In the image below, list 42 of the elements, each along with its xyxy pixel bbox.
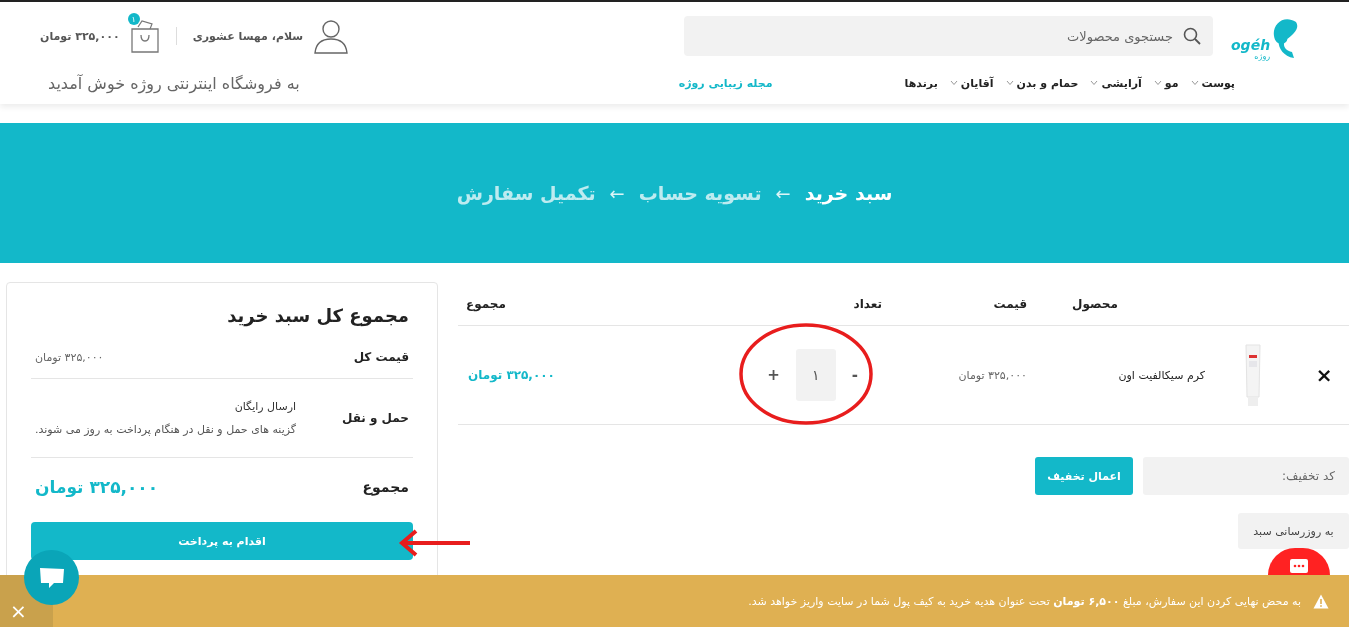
shipping-note: گزینه های حمل و نقل در هنگام پرداخت به روز می شوند. <box>35 423 296 436</box>
totals-label: مجموع <box>362 479 409 495</box>
totals-label: قیمت کل <box>353 350 409 364</box>
chat-icon <box>1289 558 1309 574</box>
update-cart-button[interactable]: به روزرسانی سبد <box>1238 513 1349 549</box>
nav-link[interactable]: پوست <box>1190 76 1235 90</box>
user-greeting: سلام، مهسا عشوری <box>192 29 304 43</box>
card-title: مجموع کل سبد خرید <box>226 305 409 326</box>
column-header: قیمت <box>992 296 1027 311</box>
nav-link[interactable]: حمام و بدن <box>1005 76 1079 90</box>
notice-text: به محض نهایی کردن این سفارش، مبلغ ۶,۵۰۰ تومان تحت عنوان هدیه خرید به کیف پول شما در سایت واریز خواهد شد. <box>748 594 1302 608</box>
chat-icon <box>37 565 66 590</box>
cart-total: ۳۲۵,۰۰۰ تومان <box>40 29 120 43</box>
welcome-text: به فروشگاه اینترنتی روژه خوش آمدید <box>48 73 300 93</box>
shipping-value: ارسال رایگان <box>234 400 296 413</box>
chat-button[interactable] <box>1268 548 1330 575</box>
column-header: محصول <box>1071 296 1118 311</box>
search-field[interactable]: جستجوی محصولات <box>684 16 1213 56</box>
breadcrumb-arrow: ← <box>775 182 791 204</box>
pointer-arrow <box>398 528 470 558</box>
product-price: ۳۲۵,۰۰۰ تومان <box>957 368 1027 382</box>
subtotal-value: ۳۲۵,۰۰۰ تومان <box>35 350 104 364</box>
warning-icon <box>1313 593 1329 609</box>
breadcrumb-arrow: ← <box>609 182 625 204</box>
nav-link[interactable]: مو <box>1153 76 1179 90</box>
line-total: ۳۲۵,۰۰۰ تومان <box>467 368 556 382</box>
quantity-field[interactable]: ۱ <box>795 349 836 401</box>
coupon-field[interactable]: کد تخفیف: <box>1143 457 1349 495</box>
nav-link[interactable]: آقایان <box>949 76 994 90</box>
product-name[interactable]: کرم سیکالفیت اون <box>1027 368 1207 382</box>
user-icon[interactable] <box>313 18 350 54</box>
increase-button[interactable]: + <box>763 366 784 384</box>
nav-link[interactable]: آرایشی <box>1090 76 1142 90</box>
shopping-bag-icon[interactable] <box>129 19 160 53</box>
grand-total: ۳۲۵,۰۰۰ تومان <box>35 477 159 497</box>
remove-button[interactable]: × <box>1315 363 1333 387</box>
cart-count-badge: ۱ <box>127 13 140 25</box>
nav-link[interactable]: برندها <box>904 76 938 90</box>
decrease-button[interactable]: - <box>847 366 862 384</box>
totals-label: حمل و نقل <box>341 411 409 425</box>
column-header: تعداد <box>852 296 882 311</box>
column-header: مجموع <box>465 296 507 311</box>
